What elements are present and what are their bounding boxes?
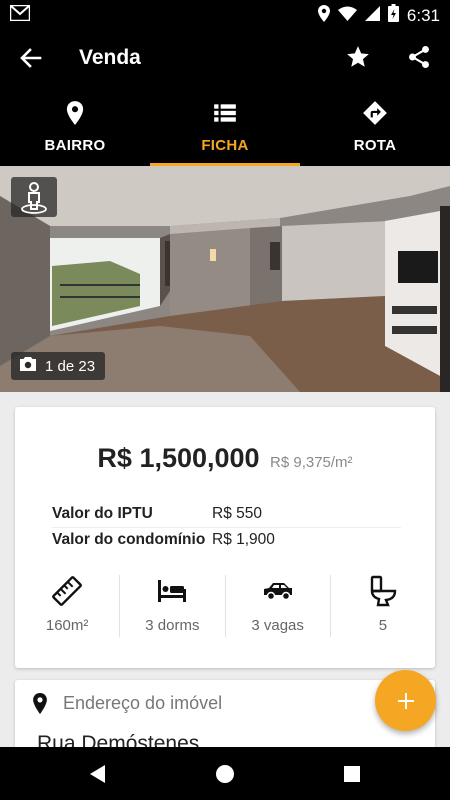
price-per-m2: R$ 9,375/m² (270, 454, 353, 471)
add-button[interactable] (375, 670, 436, 731)
tab-rota[interactable]: ROTA (300, 88, 450, 166)
directions-icon (362, 100, 388, 126)
battery-icon (387, 4, 399, 27)
wifi-icon (337, 6, 357, 26)
back-triangle-icon[interactable] (87, 763, 109, 785)
back-arrow-icon[interactable] (18, 45, 44, 71)
divider (52, 527, 401, 528)
photo-counter-text: 1 de 23 (45, 357, 96, 375)
fee-label: Valor do IPTU (52, 505, 153, 522)
tab-label: FICHA (201, 137, 249, 154)
fee-value: R$ 1,900 (212, 531, 275, 548)
home-circle-icon[interactable] (214, 763, 236, 785)
price: R$ 1,500,000 (97, 443, 260, 473)
bed-icon (156, 575, 188, 607)
tab-bar: BAIRRO FICHA ROTA (0, 88, 450, 166)
location-pin-icon (29, 692, 51, 716)
camera-icon (19, 356, 37, 376)
feature-bedrooms: 3 dorms (119, 575, 224, 637)
feature-value: 160m² (45, 617, 89, 634)
fee-row-condominio: Valor do condomínio R$ 1,900 (52, 531, 275, 549)
location-icon (317, 4, 330, 27)
fee-row-iptu: Valor do IPTU R$ 550 (52, 505, 262, 523)
feature-value: 3 vagas (251, 617, 304, 634)
listing-card: R$ 1,500,000 R$ 9,375/m² Valor do IPTU R$… (15, 407, 435, 668)
recents-square-icon[interactable] (341, 763, 363, 785)
photo-counter: 1 de 23 (11, 352, 106, 380)
location-pin-icon (62, 100, 88, 126)
tab-label: BAIRRO (44, 137, 106, 154)
feature-bathrooms: 5 (329, 575, 435, 637)
tab-label: ROTA (353, 137, 397, 154)
star-icon[interactable] (345, 44, 371, 70)
feature-parking: 3 vagas (224, 575, 330, 637)
ruler-icon (51, 575, 83, 607)
list-icon (212, 100, 238, 126)
page-title: Venda (79, 46, 141, 69)
features-row: 160m² 3 dorms 3 vagas 5 (15, 575, 435, 637)
system-nav-bar (0, 747, 450, 800)
status-bar: 6:31 (0, 0, 450, 28)
tour-360-icon (21, 182, 47, 214)
toilet-icon (367, 575, 399, 607)
fee-label: Valor do condomínio (52, 531, 206, 548)
signal-icon (364, 5, 380, 26)
feature-value: 5 (378, 617, 388, 634)
gmail-icon (9, 4, 31, 26)
car-icon (262, 575, 294, 607)
app-bar: Venda (0, 28, 450, 88)
plus-icon (397, 692, 414, 709)
feature-value: 3 dorms (145, 617, 200, 634)
tab-ficha[interactable]: FICHA (150, 88, 300, 166)
tour-360-button[interactable] (11, 177, 57, 217)
tab-bairro[interactable]: BAIRRO (0, 88, 150, 166)
feature-area: 160m² (15, 575, 119, 637)
address-label: Endereço do imóvel (63, 693, 223, 713)
share-icon[interactable] (406, 44, 432, 70)
fee-value: R$ 550 (212, 505, 262, 522)
status-time: 6:31 (406, 5, 440, 25)
